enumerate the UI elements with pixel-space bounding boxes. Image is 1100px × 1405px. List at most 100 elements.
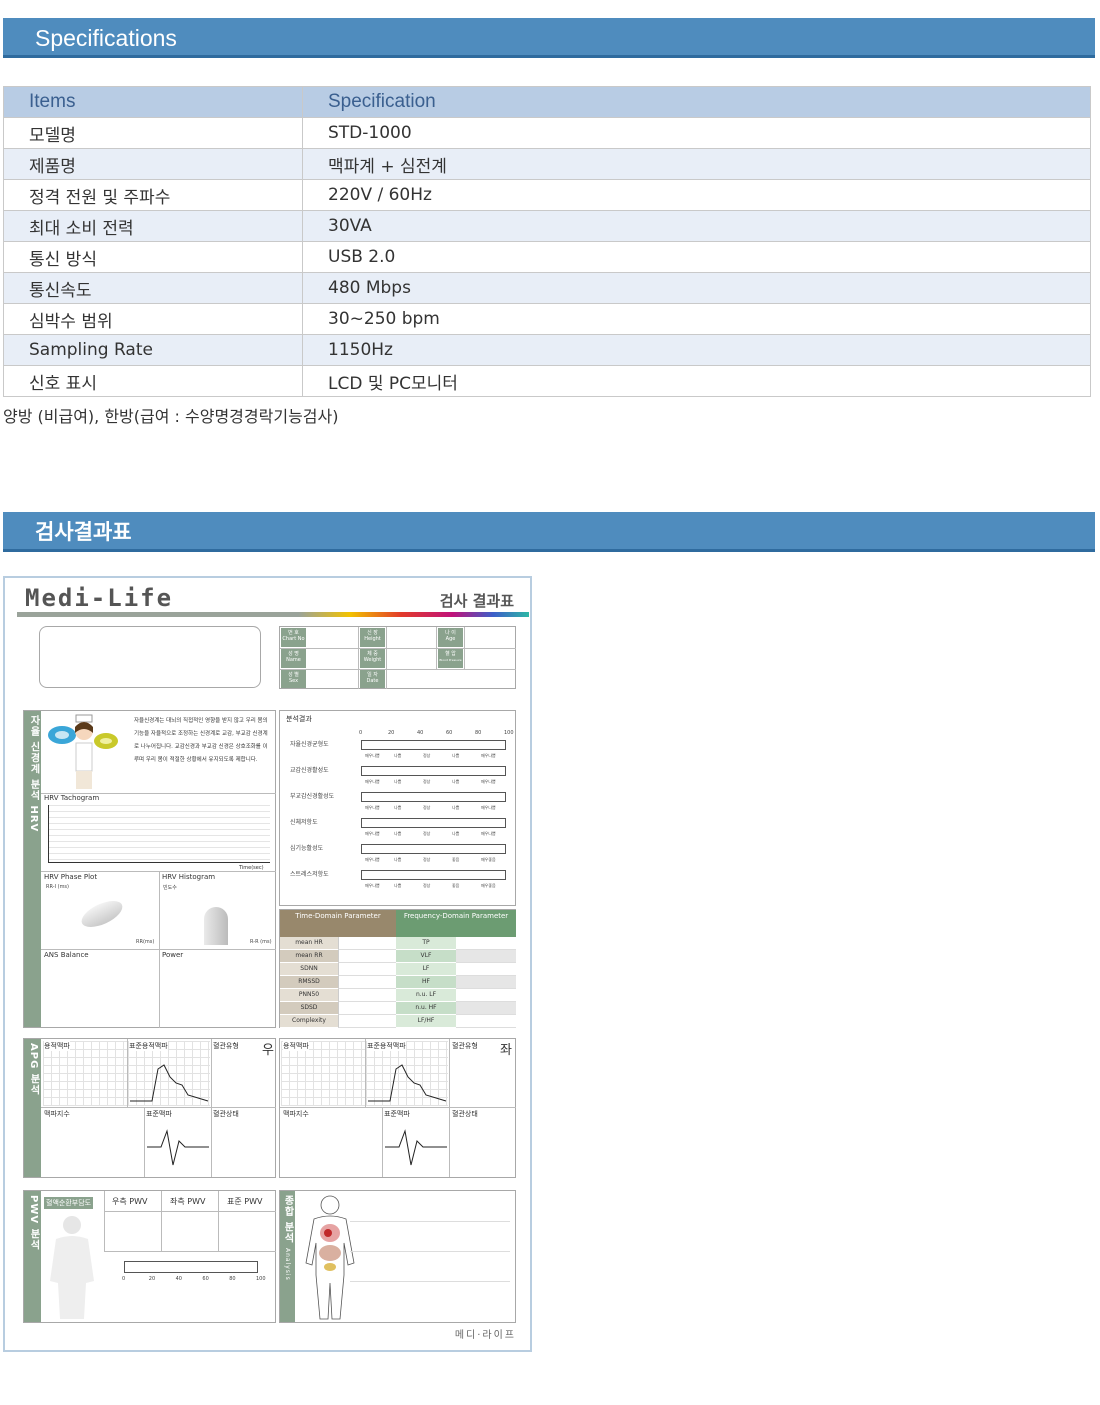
info-label-height: 신 장 Height <box>360 628 385 647</box>
analysis-item-label: 자율신경균형도 <box>290 741 329 748</box>
analysis-scale-tick: 40 <box>417 730 424 736</box>
nurse-illustration <box>48 714 118 789</box>
std-vol-pulse-label: 표준용적맥파 <box>367 1041 406 1051</box>
analysis-level-label: 나쁨 <box>452 831 460 836</box>
row-spec: 맥파계 + 심전계 <box>302 148 1091 180</box>
analysis-item-label: 교감신경활성도 <box>290 767 329 774</box>
table-row: 정격 전원 및 주파수 220V / 60Hz <box>3 179 1091 211</box>
analysis-level-label: 매우나쁨 <box>365 753 380 758</box>
pwv-scale-tick: 40 <box>175 1276 182 1282</box>
table-row: 모델명 STD-1000 <box>3 117 1091 149</box>
left-pwv-header: 좌측 PWV <box>170 1197 206 1206</box>
analysis-scale-tick: 0 <box>359 730 363 736</box>
freq-param-value <box>456 976 516 989</box>
analysis-level-label: 나쁨 <box>452 779 460 784</box>
freq-param-value <box>456 950 516 963</box>
info-label-age: 나 이 Age <box>438 628 463 647</box>
anatomy-figure-icon <box>305 1195 355 1320</box>
row-spec: 480 Mbps <box>302 272 1091 304</box>
std-pwv-header: 표준 PWV <box>227 1197 263 1206</box>
analysis-scale-tick: 20 <box>388 730 395 736</box>
table-row: 통신속도 480 Mbps <box>3 272 1091 304</box>
row-spec: 30VA <box>302 210 1091 242</box>
histogram-bell <box>204 907 228 945</box>
vessel-type-label: 혈관유형 <box>452 1042 478 1050</box>
hrv-tachogram-title: HRV Tachogram <box>44 794 100 802</box>
tachogram-plot <box>48 805 270 863</box>
time-param-value <box>338 950 396 963</box>
table-row: 신호 표시 LCD 및 PC모니터 <box>3 365 1091 397</box>
analysis-level-label: 나쁨 <box>452 805 460 810</box>
spec-table-header: Items Specification <box>3 86 1091 118</box>
vol-pulse-label: 용적맥파 <box>283 1041 309 1051</box>
freq-param-value <box>456 1002 516 1015</box>
left-side-mark: 좌 <box>500 1043 512 1058</box>
time-param-value <box>338 1015 396 1028</box>
analysis-item-label: 신체저항도 <box>290 819 318 826</box>
insurance-note: 양방 (비급여), 한방(급여 : 수양명경경락기능검사) <box>3 407 339 426</box>
pwv-scale-tick: 20 <box>148 1276 156 1282</box>
freq-param-label: HF <box>396 976 456 989</box>
vol-pulse-label: 용적맥파 <box>44 1041 70 1051</box>
items-column-header: Items <box>3 86 303 118</box>
apg-right-section: APG 분석 용적맥파 표준용적맥파 혈관유형 우 맥파지수 표준맥파 혈관상태 <box>23 1038 276 1178</box>
summary-side-label: 종합 분석 Analysis <box>280 1191 295 1322</box>
freq-param-label: VLF <box>396 950 456 963</box>
result-sheet-header: 검사결과표 <box>3 512 1095 552</box>
phase-x-label: RR(ms) <box>136 939 155 945</box>
freq-param-label: n.u. LF <box>396 989 456 1002</box>
info-label-sex: 성 별 Sex <box>281 670 306 688</box>
freq-param-value <box>456 963 516 976</box>
freq-param-label: TP <box>396 937 456 950</box>
table-row: 최대 소비 전력 30VA <box>3 210 1091 242</box>
analysis-level-label: 나쁨 <box>394 779 402 784</box>
time-param-value <box>338 963 396 976</box>
analysis-bar <box>361 792 506 802</box>
rainbow-divider <box>17 612 529 617</box>
std-vol-pulse-label: 표준용적맥파 <box>129 1041 168 1051</box>
pulse-index-label: 맥파지수 <box>44 1110 70 1118</box>
analysis-title: 분석결과 <box>286 715 312 723</box>
table-row: 통신 방식 USB 2.0 <box>3 241 1091 273</box>
time-param-value <box>338 937 396 950</box>
pwv-burden-header: 혈액순환부담도 <box>44 1197 94 1209</box>
analysis-level-label: 매우나쁨 <box>365 857 380 862</box>
info-label-weight: 체 중 Weight <box>360 649 385 668</box>
analysis-bar <box>361 766 506 776</box>
analysis-level-label: 나쁨 <box>394 831 402 836</box>
analysis-level-label: 좋음 <box>452 883 460 888</box>
pwv-section: PWV 분석 혈액순환부담도 우측 PWV 좌측 PWV 표준 PWV 0 20 4… <box>23 1190 276 1323</box>
right-side-mark: 우 <box>262 1043 274 1058</box>
freq-param-label: LF/HF <box>396 1015 456 1028</box>
hist-y-label: 빈도수 <box>163 885 177 891</box>
time-domain-header: Time-Domain Parameter <box>280 910 396 937</box>
specifications-header: Specifications <box>3 18 1095 58</box>
pwv-scale-tick: 80 <box>229 1276 236 1282</box>
table-row: 심박수 범위 30~250 bpm <box>3 303 1091 335</box>
phase-y-label: RR-I (ms) <box>46 884 69 890</box>
std-pulse-label: 표준맥파 <box>384 1110 410 1118</box>
pwv-scale-tick: 100 <box>256 1276 266 1282</box>
hrv-description: 자율신경계는 대뇌의 직접적인 영향을 받지 않고 우리 몸의 기능을 자율적으… <box>134 718 268 763</box>
freq-param-label: LF <box>396 963 456 976</box>
analysis-level-label: 나쁨 <box>394 753 402 758</box>
summary-section: 종합 분석 Analysis <box>279 1190 516 1323</box>
time-param-label: mean RR <box>280 950 338 963</box>
hrv-side-label: 자율 신경계 분석 HRV <box>24 711 41 1027</box>
analysis-level-label: 매우나쁨 <box>365 831 380 836</box>
analysis-bar <box>361 870 506 880</box>
body-silhouette-icon <box>50 1216 94 1319</box>
histogram-title: HRV Histogram <box>162 873 216 881</box>
analysis-item-label: 부교감신경활성도 <box>290 793 335 800</box>
analysis-item-label: 심기능활성도 <box>290 845 324 852</box>
freq-param-label: n.u. HF <box>396 1002 456 1015</box>
power-title: Power <box>162 951 184 959</box>
apg-side-label: APG 분석 <box>24 1039 41 1177</box>
pwv-scale-tick: 0 <box>122 1276 126 1282</box>
analysis-scale-tick: 80 <box>475 730 482 736</box>
pwv-scale-bar <box>124 1261 258 1273</box>
freq-param-value <box>456 989 516 1002</box>
analysis-level-label: 매우나쁨 <box>481 831 496 836</box>
ans-balance-title: ANS Balance <box>44 951 89 959</box>
analysis-level-label: 매우좋음 <box>481 857 496 862</box>
